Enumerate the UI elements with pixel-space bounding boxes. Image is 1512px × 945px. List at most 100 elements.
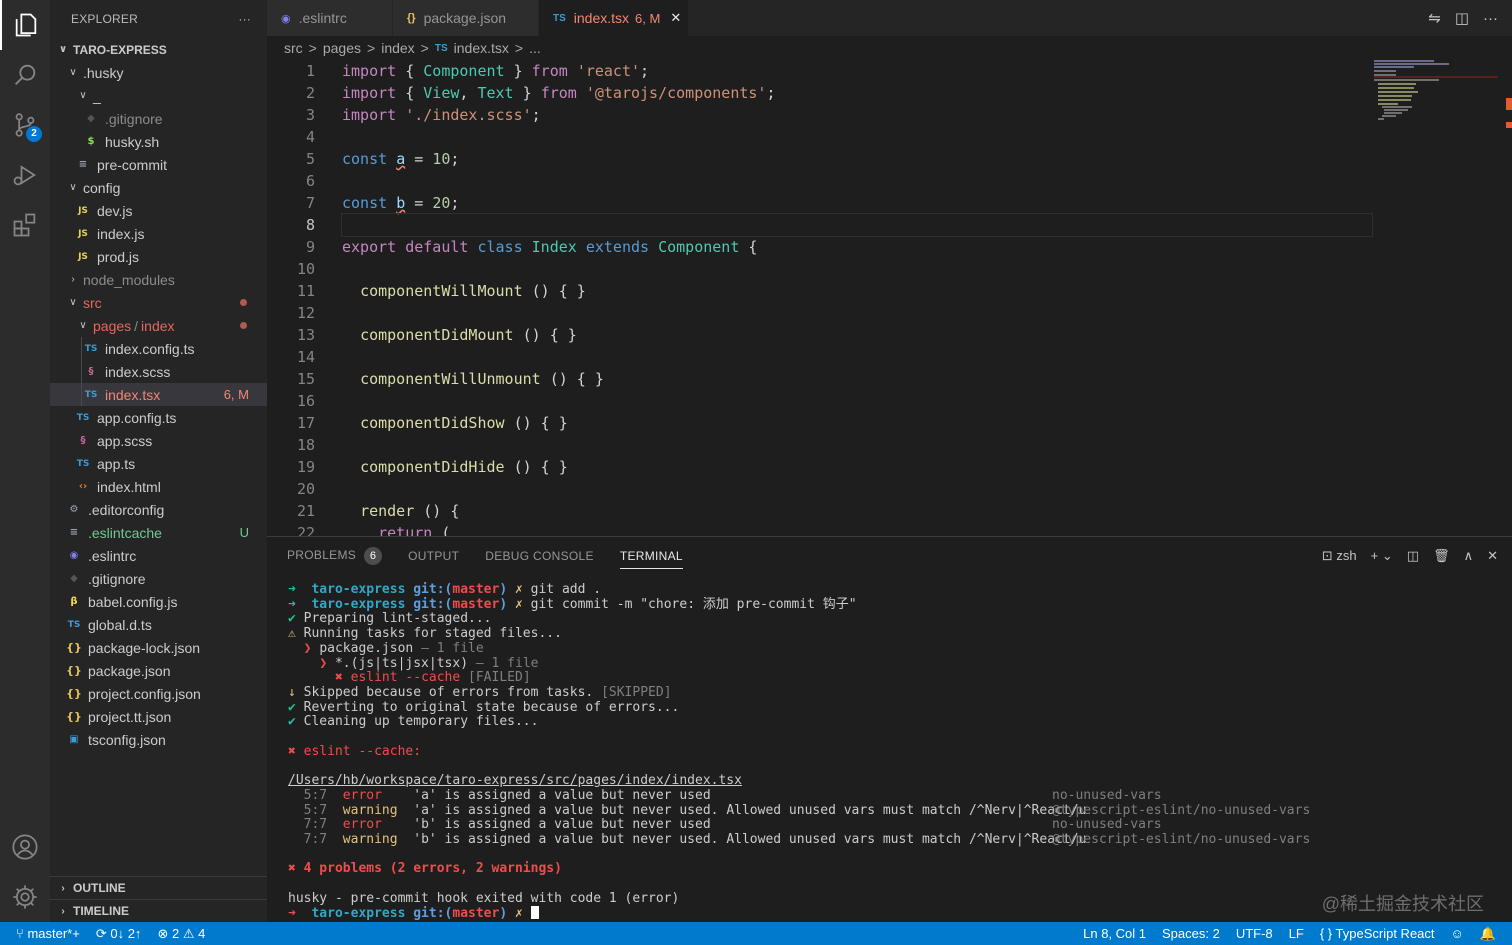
tree-file-project-config[interactable]: {} project.config.json — [50, 682, 267, 705]
tree-label: app.scss — [97, 432, 153, 449]
tsconfig-file-icon: ▣ — [69, 734, 79, 745]
tab-package-json[interactable]: {} package.json — [393, 0, 539, 36]
tree-file-tsconfig[interactable]: ▣ tsconfig.json — [50, 728, 267, 751]
tree-file-editorconfig[interactable]: ⚙ .editorconfig — [50, 498, 267, 521]
project-root[interactable]: ∨ TARO-EXPRESS — [50, 38, 267, 61]
tree-file-package-json[interactable]: {} package.json — [50, 659, 267, 682]
tree-file-gitignore[interactable]: ◆ .gitignore — [50, 567, 267, 590]
outline-section[interactable]: › OUTLINE — [50, 876, 267, 899]
run-debug-icon[interactable] — [0, 150, 50, 200]
more-actions-icon[interactable]: ··· — [238, 12, 251, 26]
tree-file-package-lock[interactable]: {} package-lock.json — [50, 636, 267, 659]
tree-folder-config[interactable]: ∨ config — [50, 176, 267, 199]
breadcrumb-item[interactable]: pages — [323, 40, 361, 56]
terminal-shell-selector[interactable]: ⊡ zsh — [1322, 548, 1357, 564]
encoding[interactable]: UTF-8 — [1236, 926, 1273, 941]
tree-folder-husky[interactable]: ∨ .husky — [50, 61, 267, 84]
tree-folder-src[interactable]: ∨ src — [50, 291, 267, 314]
breadcrumb-item[interactable]: ... — [529, 40, 541, 56]
tree-file-index-tsx[interactable]: TS index.tsx 6, M — [50, 383, 267, 406]
shell-file-icon: $ — [87, 136, 95, 147]
tree-file-index-js[interactable]: JS index.js — [50, 222, 267, 245]
tab-terminal[interactable]: TERMINAL — [619, 549, 683, 569]
tree-label: app.ts — [97, 455, 136, 472]
tree-file-app-config-ts[interactable]: TS app.config.ts — [50, 406, 267, 429]
breadcrumb-item[interactable]: index.tsx — [454, 40, 509, 56]
tree-file-project-tt[interactable]: {} project.tt.json — [50, 705, 267, 728]
tree-file-husky-gitignore[interactable]: ◆ .gitignore — [50, 107, 267, 130]
ts-file-icon: TS — [76, 412, 90, 423]
extensions-icon[interactable] — [0, 200, 50, 250]
explorer-icon[interactable] — [0, 0, 50, 50]
tree-folder-node-modules[interactable]: › node_modules — [50, 268, 267, 291]
terminal-line: ❯ package.json — 1 file — [303, 640, 484, 656]
code-line: 12 — [267, 302, 1512, 324]
breadcrumb-separator: > — [367, 40, 376, 56]
trash-icon[interactable]: 🗑 — [1433, 548, 1450, 564]
chevron-down-icon: ∨ — [79, 90, 87, 101]
branch-status[interactable]: ⑂ master*+ — [16, 926, 80, 941]
tree-file-pre-commit[interactable]: ≡ pre-commit — [50, 153, 267, 176]
tree-file-eslintcache[interactable]: ≡ .eslintcache U — [50, 521, 267, 544]
more-actions-icon[interactable]: ··· — [1483, 10, 1498, 27]
search-icon[interactable] — [0, 50, 50, 100]
tree-file-babel-config[interactable]: β babel.config.js — [50, 590, 267, 613]
check-icon: ✔ — [288, 699, 296, 715]
close-tab-icon[interactable]: ✕ — [670, 10, 681, 26]
split-terminal-icon[interactable]: ◫ — [1407, 548, 1419, 564]
tree-file-global-d-ts[interactable]: TS global.d.ts — [50, 613, 267, 636]
tree-folder-pages-index[interactable]: ∨ pages / index — [50, 314, 267, 337]
tree-file-prod-js[interactable]: JS prod.js — [50, 245, 267, 268]
check-icon: ✔ — [288, 611, 296, 627]
tab-debug-console[interactable]: DEBUG CONSOLE — [485, 549, 594, 563]
compare-changes-icon[interactable]: ⇋ — [1428, 9, 1441, 27]
minimap[interactable] — [1374, 60, 1498, 140]
breadcrumb-item[interactable]: src — [284, 40, 303, 56]
terminal-line: ✖ eslint --cache [FAILED] — [334, 670, 531, 686]
code-editor[interactable]: 1 import { Component } from 'react'; 2 imp… — [267, 60, 1512, 536]
tree-file-app-ts[interactable]: TS app.ts — [50, 452, 267, 475]
end-of-line[interactable]: LF — [1289, 926, 1304, 941]
tree-file-index-html[interactable]: ‹› index.html — [50, 475, 267, 498]
line-number: 19 — [296, 458, 315, 476]
indentation[interactable]: Spaces: 2 — [1162, 926, 1220, 941]
tab-output[interactable]: OUTPUT — [408, 549, 459, 563]
split-editor-icon[interactable]: ◫ — [1455, 9, 1469, 27]
cursor-position[interactable]: Ln 8, Col 1 — [1083, 926, 1146, 941]
sync-status[interactable]: ⟳ 0↓ 2↑ — [96, 926, 142, 942]
tab-problems[interactable]: PROBLEMS 6 — [287, 547, 383, 565]
terminal-line: ✖ 4 problems (2 errors, 2 warnings) — [288, 861, 562, 877]
chevron-down-icon: ∨ — [58, 44, 68, 55]
terminal-line: ✔ Cleaning up temporary files... — [288, 714, 539, 730]
timeline-section[interactable]: › TIMELINE — [50, 899, 267, 922]
tree-file-dev-js[interactable]: JS dev.js — [50, 199, 267, 222]
json-file-icon: {} — [66, 687, 82, 700]
tree-file-index-config-ts[interactable]: TS index.config.ts — [50, 337, 267, 360]
tab-index-tsx[interactable]: TS index.tsx 6, M ✕ — [539, 0, 689, 36]
tree-file-app-scss[interactable]: § app.scss — [50, 429, 267, 452]
accounts-icon[interactable] — [0, 822, 50, 872]
terminal-output[interactable]: ➜ taro-express git:(master) ✗ git add . ➜… — [267, 575, 1512, 922]
code-line: 9 export default class Index extends Comp… — [267, 236, 1512, 258]
tree-label: .gitignore — [105, 110, 163, 127]
notifications-bell-icon[interactable]: 🔔 — [1480, 926, 1496, 942]
tree-label: TARO-EXPRESS — [73, 42, 167, 57]
maximize-panel-icon[interactable]: ∧ — [1464, 548, 1474, 564]
tab-problem-badge: 6, M — [635, 10, 661, 26]
breadcrumb-item[interactable]: index — [381, 40, 414, 56]
close-panel-icon[interactable]: ✕ — [1487, 548, 1498, 564]
code-line: 7 const b = 20; — [267, 192, 1512, 214]
settings-gear-icon[interactable] — [0, 872, 50, 922]
tree-file-index-scss[interactable]: § index.scss — [50, 360, 267, 383]
tab-eslintrc[interactable]: ◉ .eslintrc — [267, 0, 393, 36]
tree-folder-underscore[interactable]: ∨ _ — [50, 84, 267, 107]
tree-file-husky-sh[interactable]: $ husky.sh — [50, 130, 267, 153]
source-control-icon[interactable]: 2 — [0, 100, 50, 150]
code-line: 17 componentDidShow () { } — [267, 412, 1512, 434]
problems-status[interactable]: ⊗ 2 ⚠ 4 — [157, 926, 205, 942]
new-terminal-icon[interactable]: + ⌄ — [1371, 548, 1393, 564]
language-mode[interactable]: { } TypeScript React — [1320, 926, 1435, 941]
tree-file-eslintrc[interactable]: ◉ .eslintrc — [50, 544, 267, 567]
feedback-icon[interactable]: ☺ — [1451, 926, 1464, 941]
